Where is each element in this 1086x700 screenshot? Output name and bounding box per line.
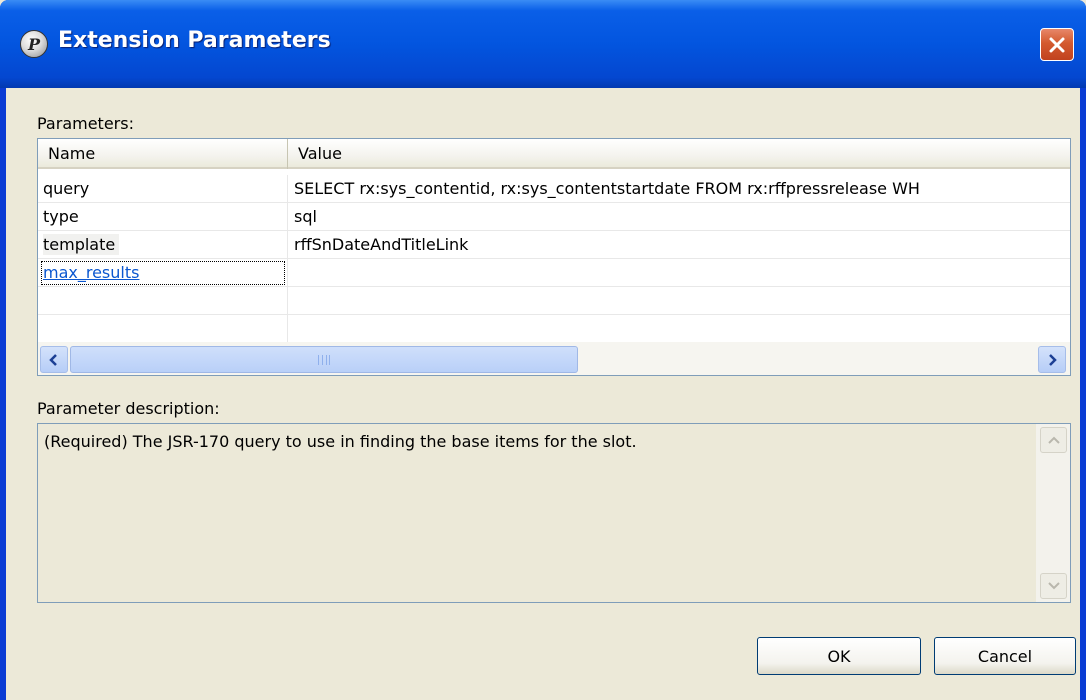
dialog-body: Parameters: Name Value query SELECT rx:s… xyxy=(6,88,1080,700)
parameters-table[interactable]: Name Value query SELECT rx:sys_contentid… xyxy=(37,138,1071,376)
window-title: Extension Parameters xyxy=(58,28,331,53)
horizontal-scrollbar[interactable] xyxy=(38,342,1070,375)
param-name-cell[interactable]: max_results xyxy=(38,259,288,287)
column-header-name[interactable]: Name xyxy=(38,139,288,169)
scroll-down-button[interactable] xyxy=(1040,573,1067,599)
param-name-cell[interactable]: query xyxy=(38,175,288,203)
param-name-cell[interactable]: template xyxy=(38,231,288,259)
table-row[interactable] xyxy=(38,287,1070,315)
table-row[interactable]: template rffSnDateAndTitleLink xyxy=(38,231,1070,259)
cancel-button[interactable]: Cancel xyxy=(934,637,1076,675)
ok-button[interactable]: OK xyxy=(757,637,921,675)
title-bar[interactable]: P Extension Parameters xyxy=(0,0,1086,88)
chevron-left-icon xyxy=(49,353,57,366)
param-value-cell[interactable] xyxy=(288,315,1070,343)
param-name-text: template xyxy=(43,234,120,255)
param-name-cell[interactable] xyxy=(38,287,288,315)
description-textarea[interactable]: (Required) The JSR-170 query to use in f… xyxy=(37,423,1071,603)
column-header-value[interactable]: Value xyxy=(288,139,1070,169)
param-value-cell[interactable]: rffSnDateAndTitleLink xyxy=(288,231,1070,259)
description-label: Parameter description: xyxy=(37,399,220,418)
grip-icon xyxy=(318,354,330,365)
app-icon: P xyxy=(20,30,48,58)
table-row[interactable]: query SELECT rx:sys_contentid, rx:sys_co… xyxy=(38,175,1070,203)
scroll-up-button[interactable] xyxy=(1040,427,1067,453)
chevron-up-icon xyxy=(1047,436,1060,444)
table-header: Name Value xyxy=(38,139,1070,169)
table-row-selected[interactable]: max_results xyxy=(38,259,1070,287)
param-value-cell[interactable]: sql xyxy=(288,203,1070,231)
close-button[interactable] xyxy=(1040,28,1074,61)
focus-rectangle xyxy=(41,261,285,285)
param-name-cell[interactable] xyxy=(38,315,288,343)
description-text: (Required) The JSR-170 query to use in f… xyxy=(44,432,637,451)
scroll-left-button[interactable] xyxy=(40,346,68,373)
scroll-right-button[interactable] xyxy=(1038,346,1066,373)
param-value-cell[interactable]: SELECT rx:sys_contentid, rx:sys_contents… xyxy=(288,175,1070,203)
param-value-cell[interactable] xyxy=(288,287,1070,315)
scroll-thumb[interactable] xyxy=(70,346,578,373)
close-icon xyxy=(1049,37,1065,52)
chevron-down-icon xyxy=(1047,582,1060,590)
param-name-cell[interactable]: type xyxy=(38,203,288,231)
vertical-scrollbar[interactable] xyxy=(1036,424,1070,602)
table-row[interactable]: type sql xyxy=(38,203,1070,231)
dialog-window: P Extension Parameters Parameters: Name … xyxy=(0,0,1086,700)
param-value-cell[interactable] xyxy=(288,259,1070,287)
table-row[interactable] xyxy=(38,315,1070,343)
chevron-right-icon xyxy=(1049,353,1057,366)
parameters-label: Parameters: xyxy=(37,114,134,133)
